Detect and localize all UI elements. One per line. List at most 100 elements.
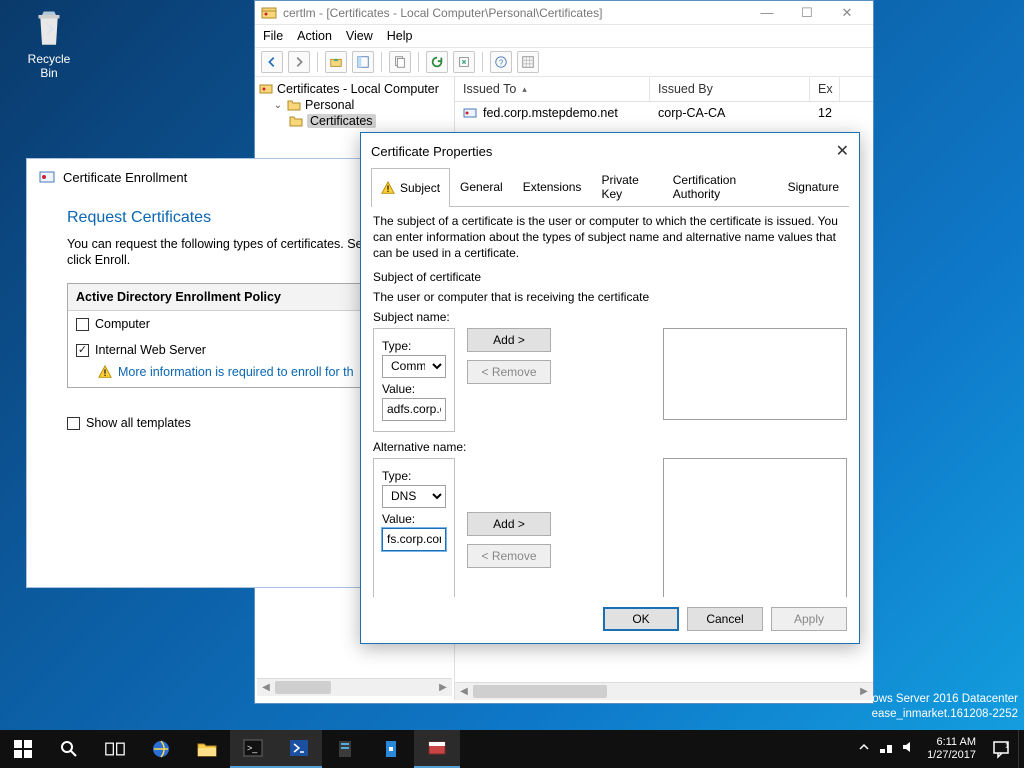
taskbar-clock[interactable]: 6:11 AM 1/27/2017 (919, 736, 984, 761)
desktop-recycle-bin[interactable]: Recycle Bin (18, 8, 80, 80)
taskbar-powershell[interactable] (276, 730, 322, 768)
policy-iws-label: Internal Web Server (95, 343, 206, 357)
alt-value-label: Value: (382, 512, 446, 526)
alt-remove-button[interactable]: < Remove (467, 544, 551, 568)
maximize-button[interactable]: ☐ (787, 1, 827, 25)
back-button[interactable] (261, 51, 283, 73)
alt-type-select[interactable]: DNS (382, 485, 446, 508)
alt-add-button[interactable]: Add > (467, 512, 551, 536)
scroll-right-icon[interactable]: ▶ (855, 683, 873, 700)
folder-icon (287, 98, 301, 112)
sort-asc-icon: ▴ (522, 84, 527, 95)
subject-names-listbox[interactable] (663, 328, 847, 420)
cell-exp: 12 (818, 105, 848, 121)
properties-button[interactable] (517, 51, 539, 73)
taskbar-server-manager[interactable] (322, 730, 368, 768)
tab-subject[interactable]: Subject (371, 168, 450, 207)
warning-icon (98, 365, 112, 379)
tab-signature[interactable]: Signature (778, 167, 849, 206)
props-subject-name-label: Subject name: (373, 310, 847, 324)
menu-file[interactable]: File (263, 29, 283, 43)
subject-add-button[interactable]: Add > (467, 328, 551, 352)
certlm-menubar: File Action View Help (255, 25, 873, 47)
col-issued-to[interactable]: Issued To▴ (455, 77, 650, 101)
subject-value-input[interactable] (382, 398, 446, 421)
cell-issued-to: fed.corp.mstepdemo.net (483, 106, 618, 120)
subject-type-select[interactable]: Common name (382, 355, 446, 378)
copy-button[interactable] (389, 51, 411, 73)
tree-scrollbar[interactable]: ◀ ▶ (257, 678, 452, 696)
subject-value-label: Value: (382, 382, 446, 396)
desktop-watermark: ows Server 2016 Datacenter ease_inmarket… (872, 692, 1024, 722)
col-issued-by[interactable]: Issued By (650, 77, 810, 101)
tray-up-icon[interactable] (857, 740, 871, 759)
tree-certificates-label: Certificates (307, 114, 376, 128)
folder-icon (289, 114, 303, 128)
taskbar-explorer[interactable] (184, 730, 230, 768)
list-scrollbar[interactable]: ◀ ▶ (455, 682, 873, 700)
iws-checkbox[interactable] (76, 344, 89, 357)
search-button[interactable] (46, 730, 92, 768)
tab-general[interactable]: General (450, 167, 513, 206)
tree-certificates[interactable]: Certificates (287, 113, 452, 129)
desktop-recycle-bin-label: Recycle Bin (18, 52, 80, 80)
computer-checkbox[interactable] (76, 318, 89, 331)
taskbar-cmd[interactable]: >_ (230, 730, 276, 768)
cancel-button[interactable]: Cancel (687, 607, 763, 631)
scroll-left-icon[interactable]: ◀ (257, 679, 275, 696)
minimize-button[interactable]: — (747, 1, 787, 25)
subject-remove-button[interactable]: < Remove (467, 360, 551, 384)
show-desktop-button[interactable] (1018, 730, 1024, 768)
up-folder-button[interactable] (325, 51, 347, 73)
show-hide-tree-button[interactable] (352, 51, 374, 73)
warning-icon (381, 181, 395, 195)
certlm-title: certlm - [Certificates - Local Computer\… (283, 6, 747, 20)
tab-private-key[interactable]: Private Key (591, 167, 662, 206)
menu-help[interactable]: Help (387, 29, 413, 43)
tray-volume-icon[interactable] (901, 740, 915, 759)
taskbar-ie[interactable] (138, 730, 184, 768)
cert-properties-dialog: Certificate Properties ✕ Subject General… (360, 132, 860, 644)
forward-button[interactable] (288, 51, 310, 73)
alt-name-group: Type: DNS Value: (373, 458, 455, 597)
system-tray[interactable] (857, 740, 919, 759)
tray-network-icon[interactable] (879, 740, 893, 759)
task-view-button[interactable] (92, 730, 138, 768)
certlm-titlebar[interactable]: certlm - [Certificates - Local Computer\… (255, 1, 873, 25)
certlm-app-icon (261, 5, 277, 21)
recycle-bin-icon (28, 8, 70, 50)
scroll-left-icon[interactable]: ◀ (455, 683, 473, 700)
menu-view[interactable]: View (346, 29, 373, 43)
menu-action[interactable]: Action (297, 29, 332, 43)
alt-value-input[interactable] (382, 528, 446, 551)
tab-extensions[interactable]: Extensions (513, 167, 592, 206)
tree-root-label: Certificates - Local Computer (277, 82, 439, 96)
show-all-checkbox[interactable] (67, 417, 80, 430)
cert-icon (463, 106, 477, 120)
alt-names-listbox[interactable] (663, 458, 847, 597)
start-button[interactable] (0, 730, 46, 768)
help-button[interactable]: ? (490, 51, 512, 73)
table-row[interactable]: fed.corp.mstepdemo.net corp-CA-CA 12 (455, 102, 873, 124)
svg-text:>_: >_ (247, 743, 258, 753)
tree-collapse-icon[interactable]: ⌄ (273, 100, 283, 111)
taskbar-certlm[interactable] (414, 730, 460, 768)
taskbar-app-blue[interactable] (368, 730, 414, 768)
refresh-button[interactable] (426, 51, 448, 73)
col-expiration[interactable]: Ex (810, 77, 840, 101)
tree-personal[interactable]: ⌄ Personal (271, 97, 452, 113)
clock-time: 6:11 AM (927, 736, 976, 749)
scroll-right-icon[interactable]: ▶ (434, 679, 452, 696)
props-description: The subject of a certificate is the user… (373, 213, 847, 262)
cert-store-icon (259, 82, 273, 96)
apply-button[interactable]: Apply (771, 607, 847, 631)
tab-cert-authority[interactable]: Certification Authority (663, 167, 778, 206)
props-alt-name-label: Alternative name: (373, 440, 847, 454)
props-subject-of: Subject of certificate (373, 270, 847, 284)
export-button[interactable] (453, 51, 475, 73)
ok-button[interactable]: OK (603, 607, 679, 631)
close-button[interactable]: ✕ (827, 1, 867, 25)
tree-root[interactable]: Certificates - Local Computer (257, 81, 452, 97)
close-button[interactable]: ✕ (836, 141, 849, 161)
notifications-button[interactable]: 1 (984, 730, 1018, 768)
